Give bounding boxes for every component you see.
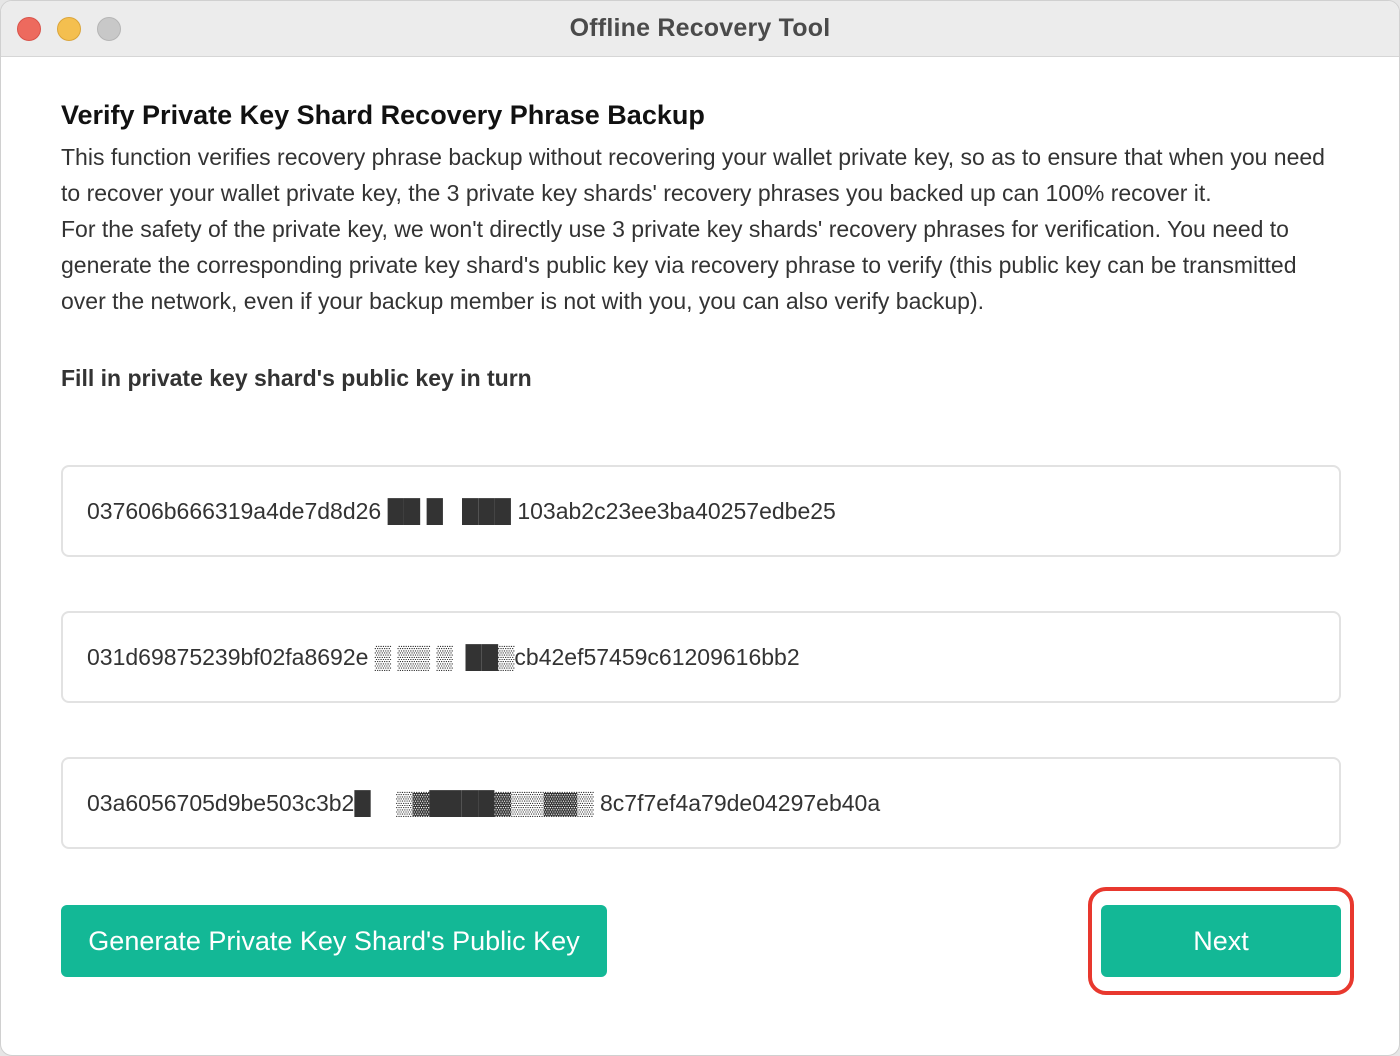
description: This function verifies recovery phrase b…	[61, 139, 1341, 319]
public-keys-label: Fill in private key shard's public key i…	[61, 365, 532, 391]
main-content: Verify Private Key Shard Recovery Phrase…	[61, 97, 1341, 393]
public-key-input-2[interactable]	[61, 611, 1341, 703]
generate-public-key-button[interactable]: Generate Private Key Shard's Public Key	[61, 905, 607, 977]
description-paragraph: This function verifies recovery phrase b…	[61, 144, 1325, 206]
window-title: Offline Recovery Tool	[569, 14, 831, 42]
app-window: Offline Recovery Tool Verify Private Key…	[0, 0, 1400, 1056]
title-bar: Offline Recovery Tool	[1, 1, 1399, 57]
description-paragraph: For the safety of the private key, we wo…	[61, 216, 1297, 314]
page-title: Verify Private Key Shard Recovery Phrase…	[61, 100, 705, 130]
public-key-input-1[interactable]	[61, 465, 1341, 557]
public-key-input-3[interactable]	[61, 757, 1341, 849]
next-button[interactable]: Next	[1101, 905, 1341, 977]
